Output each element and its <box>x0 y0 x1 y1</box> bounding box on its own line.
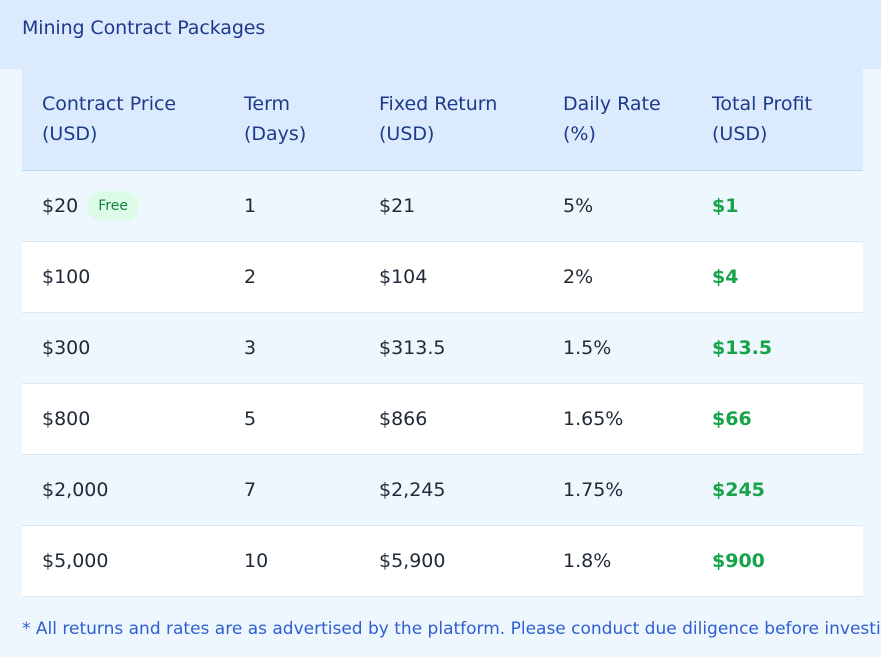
profit-cell: $900 <box>692 525 863 597</box>
return-cell: $2,245 <box>359 454 543 526</box>
profit-cell: $66 <box>692 383 863 455</box>
column-header-contract-price: Contract Price (USD) <box>22 69 224 171</box>
return-cell: $21 <box>359 170 543 242</box>
rate-cell: 1.65% <box>543 383 692 455</box>
table-row: $5,000 10 $5,900 1.8% $900 <box>22 525 863 597</box>
rate-cell: 1.5% <box>543 312 692 384</box>
column-header-fixed-return: Fixed Return (USD) <box>359 69 543 171</box>
return-cell: $5,900 <box>359 525 543 597</box>
price-cell: $2,000 <box>22 454 224 526</box>
table-row: $100 2 $104 2% $4 <box>22 241 863 313</box>
table-row: $300 3 $313.5 1.5% $13.5 <box>22 312 863 384</box>
rate-cell: 1.8% <box>543 525 692 597</box>
price-cell: $800 <box>22 383 224 455</box>
return-cell: $104 <box>359 241 543 313</box>
profit-cell: $4 <box>692 241 863 313</box>
table-header-row: Contract Price (USD) Term (Days) Fixed Ret… <box>22 69 863 171</box>
column-header-total-profit: Total Profit (USD) <box>692 69 863 171</box>
rate-cell: 2% <box>543 241 692 313</box>
profit-cell: $13.5 <box>692 312 863 384</box>
rate-cell: 5% <box>543 170 692 242</box>
page: Mining Contract Packages Contract Price(… <box>0 0 881 657</box>
price-cell: $5,000 <box>22 525 224 597</box>
price-cell: $100 <box>22 241 224 313</box>
column-header-daily-rate: Daily Rate (%) <box>543 69 692 171</box>
term-cell: 7 <box>224 454 359 526</box>
price-cell: $20 Free <box>22 170 224 242</box>
table-row: $800 5 $866 1.65% $66 <box>22 383 863 455</box>
return-cell: $866 <box>359 383 543 455</box>
profit-cell: $1 <box>692 170 863 242</box>
contract-table: Contract Price (USD) Term (Days) Fixed Ret… <box>22 69 863 597</box>
table-row: $20 Free 1 $21 5% $1 <box>22 170 863 242</box>
profit-cell: $245 <box>692 454 863 526</box>
free-badge: Free <box>87 190 139 221</box>
return-cell: $313.5 <box>359 312 543 384</box>
term-cell: 1 <box>224 170 359 242</box>
term-cell: 2 <box>224 241 359 313</box>
column-header-term: Term (Days) <box>224 69 359 171</box>
term-cell: 10 <box>224 525 359 597</box>
price-cell: $300 <box>22 312 224 384</box>
term-cell: 3 <box>224 312 359 384</box>
page-title: Mining Contract Packages <box>22 17 266 39</box>
term-cell: 5 <box>224 383 359 455</box>
table-row: $2,000 7 $2,245 1.75% $245 <box>22 454 863 526</box>
rate-cell: 1.75% <box>543 454 692 526</box>
disclaimer-footnote: * All returns and rates are as advertise… <box>22 619 881 639</box>
contract-table-container: Contract Price (USD) Term (Days) Fixed Ret… <box>22 69 863 597</box>
